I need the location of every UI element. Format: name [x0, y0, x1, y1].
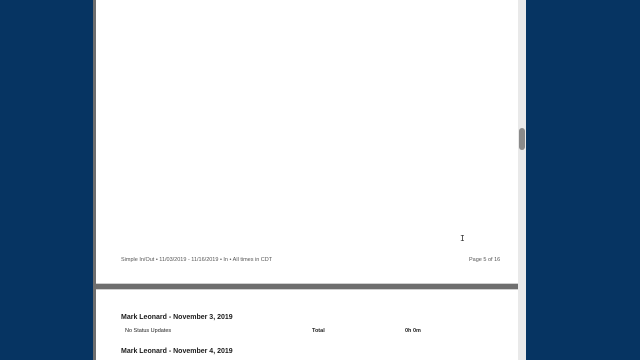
page-number: Page 5 of 16	[469, 257, 501, 263]
scroll-thumb[interactable]	[519, 128, 525, 150]
day-heading-nov-3: Mark Leonard - November 3, 2019	[121, 314, 233, 321]
page-footer-info: Simple In/Out • 11/03/2019 - 11/16/2019 …	[121, 257, 273, 263]
report-page-5: Simple In/Out • 11/03/2019 - 11/16/2019 …	[96, 0, 520, 284]
pdf-viewer[interactable]: Simple In/Out • 11/03/2019 - 11/16/2019 …	[93, 0, 526, 360]
text-cursor-icon: I	[460, 234, 465, 243]
total-label: Total	[312, 328, 325, 334]
left-background	[0, 0, 93, 360]
total-value: 0h 0m	[405, 328, 421, 334]
status-updates-text: No Status Updates	[125, 328, 172, 334]
vertical-scrollbar[interactable]	[518, 0, 526, 360]
report-page-6: Mark Leonard - November 3, 2019 No Statu…	[96, 289, 520, 360]
right-background	[526, 0, 640, 360]
day-heading-nov-4: Mark Leonard - November 4, 2019	[121, 348, 233, 355]
